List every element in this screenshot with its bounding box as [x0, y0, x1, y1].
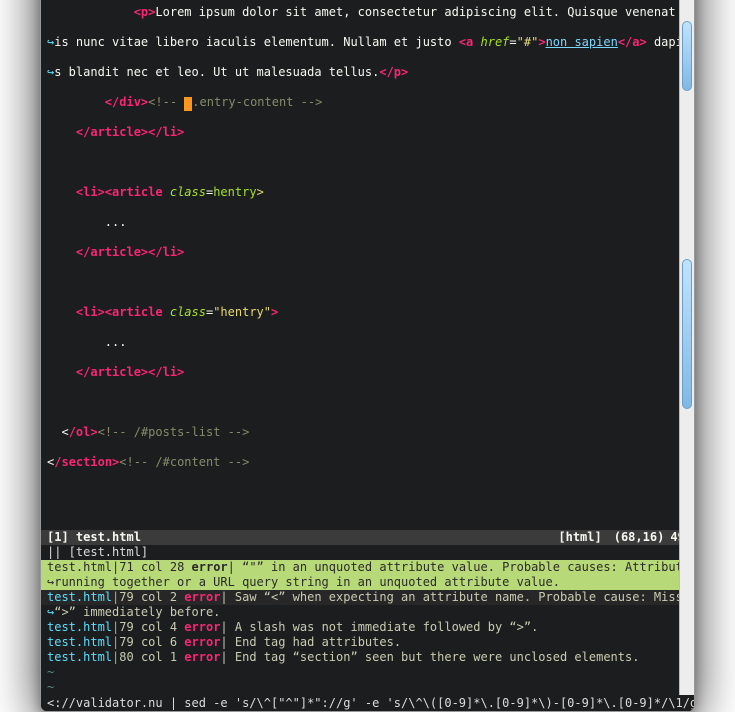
quickfix-row[interactable]: test.html|79 col 2 error| Saw “<” when e… [41, 590, 694, 605]
quickfix-row[interactable]: test.html|71 col 28 error| “"” in an unq… [41, 560, 694, 575]
terminal-body: <div class="entry-content"> <p>Lorem ips… [41, 0, 694, 711]
quickfix-row[interactable]: test.html|79 col 4 error| A slash was no… [41, 620, 694, 635]
scrollbar-thumb[interactable] [682, 259, 692, 409]
command-line[interactable]: <://validator.nu | sed -e 's/\^["^"]*":/… [41, 695, 694, 711]
editor-pane[interactable]: <div class="entry-content"> <p>Lorem ips… [41, 0, 694, 530]
scrollbar-thumb[interactable] [682, 21, 692, 91]
quickfix-row[interactable]: test.html|79 col 6 error| End tag had at… [41, 635, 694, 650]
quickfix-row[interactable]: ↪“>” immediately before. [41, 605, 694, 620]
status-filename: [1] test.html [47, 530, 558, 545]
quickfix-row[interactable]: test.html|80 col 1 error| End tag “secti… [41, 650, 694, 665]
status-bar: [1] test.html [html] (68,16) 49% [41, 530, 694, 545]
quickfix-row[interactable]: ↪running together or a URL query string … [41, 575, 694, 590]
cursor [184, 97, 192, 111]
status-cursor-pos: (68,16) [614, 530, 665, 545]
quickfix-header: || [test.html] [41, 545, 694, 560]
quickfix-list[interactable]: test.html|71 col 28 error| “"” in an unq… [41, 560, 694, 665]
scrollbar[interactable] [679, 0, 694, 695]
status-filetype: [html] [558, 530, 601, 545]
empty-line-tilde: ~ [41, 680, 694, 695]
window: test.html - Vim - ~/Downloads <div class… [40, 0, 695, 712]
empty-line-tilde: ~ [41, 665, 694, 680]
